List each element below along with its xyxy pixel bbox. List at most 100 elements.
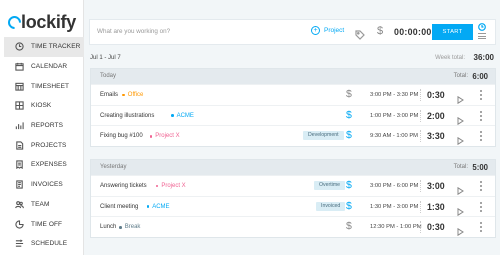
billable-dollar-icon[interactable]: $ [346, 88, 352, 100]
sidebar-item-timesheet[interactable]: TIMESHEET [4, 76, 84, 96]
entry-project[interactable]: ACME [171, 113, 194, 119]
mode-switch[interactable] [478, 23, 490, 43]
sidebar-item-invoices[interactable]: INVOICES [4, 175, 84, 195]
tag-badge[interactable]: Overtime [314, 181, 346, 190]
time-entry[interactable]: Creating illustrations ACME $1:00 PM - 3:0… [91, 104, 495, 126]
project-color-dot [171, 114, 174, 117]
sidebar-item-label: SCHEDULE [31, 240, 68, 248]
tag-badge[interactable]: Invoiced [316, 201, 346, 211]
tag-icon[interactable] [355, 27, 365, 40]
plus-circle-icon: + [311, 26, 320, 35]
week-range: Jul 1 - Jul 7 [90, 55, 121, 61]
project-name: ACME [176, 112, 194, 119]
billable-toggle-icon[interactable]: $ [377, 25, 383, 37]
more-options-icon[interactable] [479, 181, 482, 191]
sidebar-item-time-tracker[interactable]: TIME TRACKER [4, 37, 84, 57]
entry-duration[interactable]: 0:30 [427, 90, 445, 100]
billable-dollar-icon[interactable]: $ [346, 129, 352, 141]
sidebar-item-kiosk[interactable]: KIOSK [4, 96, 84, 116]
sidebar-item-schedule[interactable]: SCHEDULE [4, 234, 84, 254]
add-project-button[interactable]: + Project [311, 26, 344, 35]
start-button[interactable]: START [432, 24, 473, 40]
more-options-icon[interactable] [479, 90, 482, 100]
divider [420, 109, 421, 122]
week-summary: Jul 1 - Jul 7 Week total: 36:00 [90, 53, 496, 65]
entry-duration[interactable]: 3:00 [427, 181, 445, 191]
time-entry[interactable]: Answering tickets Project X Overtime $3:00 … [91, 175, 495, 196]
entry-project[interactable]: Break [119, 224, 140, 230]
entry-project[interactable]: Office [122, 92, 143, 98]
entry-description[interactable]: Fixing bug #100 [100, 133, 143, 139]
description-input[interactable]: What are you working on? [97, 28, 170, 35]
time-entry[interactable]: Lunch Break $12:30 PM - 1:00 PM 0:30 [91, 216, 495, 237]
sidebar: lockify TIME TRACKER CALENDAR TIMESHEET KIO… [0, 0, 84, 255]
entry-duration[interactable]: 2:00 [427, 111, 445, 121]
day-total-value: 5:00 [472, 163, 488, 172]
billable-dollar-icon[interactable]: $ [346, 109, 352, 121]
document-icon [14, 140, 24, 150]
entry-time-range[interactable]: 3:00 PM - 6:00 PM [370, 183, 418, 189]
day-total-label: Total: [453, 73, 468, 79]
main-content: What are you working on? + Project $ 00:… [84, 0, 500, 255]
entry-time-range[interactable]: 12:30 PM - 1:00 PM [370, 224, 422, 230]
play-icon[interactable] [457, 182, 464, 196]
day-header: Today Total: 6:00 [91, 69, 495, 84]
day-label: Today [100, 73, 117, 79]
more-options-icon[interactable] [479, 110, 482, 121]
sidebar-item-team[interactable]: TEAM [4, 195, 84, 215]
sidebar-item-expenses[interactable]: EXPENSES [4, 155, 84, 175]
entry-duration[interactable]: 3:30 [427, 131, 445, 141]
time-entry[interactable]: Fixing bug #100 Project X Development $9:30… [91, 125, 495, 146]
time-off-icon [14, 219, 24, 229]
day-group: Today Total: 6:00 Emails Office $3:00 PM - 3:… [90, 68, 496, 148]
bar-chart-icon [14, 121, 24, 131]
entry-project[interactable]: Project X [155, 183, 186, 189]
entry-time-range[interactable]: 1:30 PM - 3:00 PM [370, 204, 418, 210]
timer-display: 00:00:00 [394, 27, 432, 37]
project-color-dot [119, 226, 122, 229]
invoice-icon [14, 180, 24, 190]
day-label: Yesterday [100, 164, 127, 170]
entry-time-range[interactable]: 3:00 PM - 3:30 PM [370, 92, 418, 98]
entry-project[interactable]: Project X [149, 133, 180, 139]
entry-time-range[interactable]: 1:00 PM - 3:00 PM [370, 113, 418, 119]
more-options-icon[interactable] [479, 131, 482, 142]
project-name: Break [124, 224, 141, 231]
billable-dollar-icon[interactable]: $ [346, 220, 352, 232]
entry-description[interactable]: Client meeting [100, 204, 138, 210]
divider [420, 89, 421, 101]
schedule-icon [14, 239, 24, 249]
entry-duration[interactable]: 1:30 [427, 202, 445, 212]
sidebar-item-projects[interactable]: PROJECTS [4, 135, 84, 155]
entry-description[interactable]: Lunch [100, 224, 116, 230]
billable-dollar-icon[interactable]: $ [346, 200, 352, 212]
entry-description[interactable]: Answering tickets [100, 183, 147, 189]
entry-time-range[interactable]: 9:30 AM - 1:00 PM [370, 133, 418, 139]
day-total-label: Total: [453, 164, 468, 170]
time-entry[interactable]: Emails Office $3:00 PM - 3:30 PM 0:30 [91, 84, 495, 105]
clock-icon [14, 42, 24, 52]
entry-description[interactable]: Emails [100, 92, 118, 98]
more-options-icon[interactable] [479, 222, 482, 233]
play-icon[interactable] [457, 112, 464, 125]
play-icon[interactable] [457, 203, 464, 216]
more-options-icon[interactable] [479, 201, 482, 212]
timer-mode-clock-icon [478, 23, 486, 31]
play-icon[interactable] [457, 91, 464, 105]
time-entry[interactable]: Client meeting ACME Invoiced $1:30 PM - 3:0… [91, 195, 495, 217]
logo[interactable]: lockify [5, 12, 76, 33]
entry-project[interactable]: ACME [146, 204, 170, 210]
sidebar-item-calendar[interactable]: CALENDAR [4, 57, 84, 77]
tag-badge[interactable]: Development [303, 131, 344, 141]
sidebar-item-label: TIMESHEET [31, 82, 70, 90]
sidebar-item-time-off[interactable]: TIME OFF [4, 214, 84, 234]
entry-duration[interactable]: 0:30 [427, 222, 445, 232]
day-header: Yesterday Total: 5:00 [91, 160, 495, 175]
project-button-label: Project [324, 27, 345, 34]
play-icon[interactable] [457, 132, 464, 146]
sidebar-item-reports[interactable]: REPORTS [4, 116, 84, 136]
billable-dollar-icon[interactable]: $ [346, 179, 352, 191]
play-icon[interactable] [457, 223, 464, 237]
week-total-value: 36:00 [473, 53, 494, 62]
entry-description[interactable]: Creating illustrations [100, 113, 154, 119]
